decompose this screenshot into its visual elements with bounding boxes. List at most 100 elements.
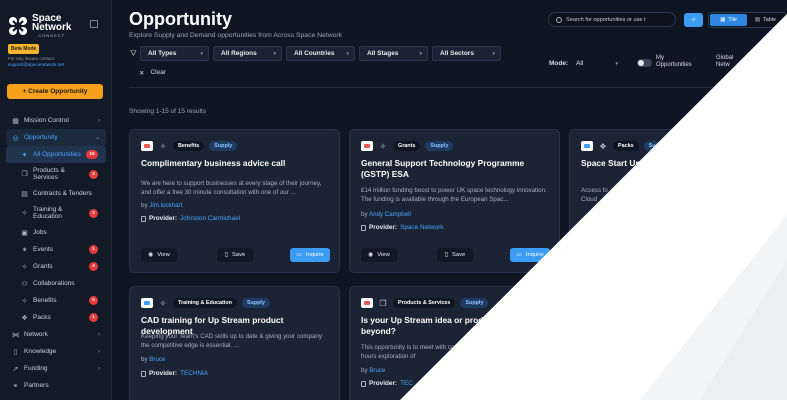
inquire-label: Inquire	[305, 252, 324, 258]
search-box[interactable]	[548, 12, 676, 27]
card-title[interactable]: Complimentary business advice call	[141, 158, 329, 169]
my-opportunities-line1: My	[656, 55, 664, 61]
chevron-down-icon: ▾	[273, 50, 276, 57]
regions-select[interactable]: All Regions ▾	[213, 46, 282, 61]
card-tags: ✧ Benefits Supply	[141, 141, 238, 151]
opportunity-card[interactable]: ❖ Packs Su Space Start Ups toolx Access …	[569, 129, 780, 273]
opportunity-card[interactable]: ✧ Benefits Supply Complimentary business…	[129, 129, 340, 273]
star-icon: ✶	[21, 246, 28, 254]
eye-icon: ◉	[368, 252, 374, 258]
chat-icon: ▭	[516, 252, 522, 258]
select-value: All Stages	[367, 50, 399, 57]
save-button[interactable]: ▯ Save	[437, 248, 473, 262]
opportunity-card[interactable]: ✧ Grants Supply General Support Technolo…	[349, 129, 560, 273]
table-view-button[interactable]: ▤ Table	[747, 14, 784, 26]
provider-link[interactable]: Space Network	[400, 224, 443, 231]
category-tag: Training & Education	[173, 298, 237, 308]
sidebar-sub-training-education[interactable]: ✧ Training & Education 2	[6, 202, 106, 224]
opportunity-card[interactable]: ✧ Training & Education Supply CAD traini…	[129, 286, 340, 400]
card-tags: ❖ Packs Su	[581, 141, 661, 151]
stages-select[interactable]: All Stages ▾	[359, 46, 428, 61]
sidebar-item-funding[interactable]: ➚ Funding ›	[6, 360, 106, 377]
select-value: All	[576, 60, 584, 67]
select-value: All Countries	[294, 50, 335, 57]
provider-label: Provider:	[149, 370, 178, 377]
users-icon: ⚇	[21, 280, 28, 288]
sidebar-item-label: Training & Education	[33, 205, 63, 221]
sidebar-item-partners[interactable]: ⚭ Partners	[6, 377, 106, 394]
sidebar-sub-jobs[interactable]: ▣ Jobs	[6, 224, 106, 241]
sidebar-item-knowledge[interactable]: ▯ Knowledge ›	[6, 343, 106, 360]
provider-link[interactable]: Johnston Carmichael	[180, 215, 240, 222]
card-title[interactable]: General Support Technology Programme (GS…	[361, 158, 549, 179]
my-opportunities-toggle[interactable]	[637, 59, 652, 67]
sidebar-item-mission-control[interactable]: ▦ Mission Control ›	[6, 112, 106, 129]
opportunity-card[interactable]: ❒ Products & Services Supply Is your Up …	[349, 286, 560, 400]
tile-view-button[interactable]: ▦ Tile	[710, 14, 747, 26]
support-email-link[interactable]: support@spacenetwork.net	[8, 62, 64, 68]
card-description: £14 million funding boost to power UK sp…	[361, 187, 547, 203]
sidebar-item-opportunity[interactable]: ◎ Opportunity ⌄	[6, 129, 106, 146]
sidebar-item-network[interactable]: ⋈ Network ›	[6, 326, 106, 343]
inquire-button[interactable]: ▭ Inquire	[290, 248, 330, 262]
sparkle-icon: ✦	[21, 151, 28, 159]
provider-label: Provider:	[149, 215, 178, 222]
building-icon	[141, 370, 146, 377]
sidebar-sub-contracts-tenders[interactable]: ▤ Contracts & Tenders	[6, 185, 106, 202]
author-link[interactable]: Jim.lockhart	[149, 202, 182, 209]
view-button[interactable]: ◉ View	[361, 248, 397, 262]
table-icon: ▤	[755, 17, 761, 23]
card-title[interactable]: Space Start Ups toolx	[581, 158, 669, 169]
clear-filters-button[interactable]: ✕ Clear	[139, 69, 166, 77]
sidebar-nav: ▦ Mission Control › ◎ Opportunity ⌄ ✦ Al…	[6, 112, 106, 394]
global-line2: Netw	[716, 62, 730, 68]
sidebar-item-label: Packs	[33, 313, 51, 321]
cube-icon: ❒	[379, 298, 387, 308]
sidebar-item-label: Events	[33, 245, 53, 253]
sectors-select[interactable]: All Sectors ▾	[432, 46, 501, 61]
brand-logo[interactable]: Space Network CONNECT	[8, 14, 71, 38]
countries-select[interactable]: All Countries ▾	[286, 46, 355, 61]
inquire-label: Inquire	[525, 252, 544, 258]
provider-logo	[581, 141, 593, 151]
author-link[interactable]: Bruce	[369, 367, 385, 374]
count-badge: 1	[89, 313, 98, 322]
sidebar-sub-benefits[interactable]: ✧ Benefits 5	[6, 292, 106, 309]
create-opportunity-button[interactable]: + Create Opportunity	[7, 84, 103, 99]
card-author: by Jim.lockhart	[141, 202, 182, 209]
sidebar-sub-events[interactable]: ✶ Events 1	[6, 241, 106, 258]
card-title[interactable]: Is your Up Stream idea or product fit be…	[361, 315, 519, 336]
sidebar-sub-grants[interactable]: ✧ Grants 4	[6, 258, 106, 275]
chat-icon: ▭	[296, 252, 302, 258]
my-opportunities-line2: Opportunities	[656, 62, 692, 68]
sparkle-icon: ✧	[159, 141, 167, 151]
sidebar-collapse-icon[interactable]	[90, 20, 98, 28]
chevron-down-icon: ▾	[200, 50, 203, 57]
inquire-button[interactable]: ▭ Inquire	[510, 248, 550, 262]
beta-mode-badge: Beta Mode	[8, 44, 40, 54]
provider-link[interactable]: TECHNIA	[180, 370, 208, 377]
provider-link[interactable]: TEC	[400, 380, 413, 387]
save-button[interactable]: ▯ Save	[217, 248, 253, 262]
search-input[interactable]	[566, 16, 674, 23]
author-link[interactable]: Andy Campbell	[369, 211, 411, 218]
ai-search-button[interactable]: ✧	[684, 13, 703, 27]
count-badge: 5	[89, 296, 98, 305]
sidebar-sub-collaborations[interactable]: ⚇ Collaborations	[6, 275, 106, 292]
category-tag: Benefits	[173, 141, 205, 151]
clear-label: Clear	[150, 69, 166, 76]
view-button[interactable]: ◉ View	[141, 248, 177, 262]
sidebar-sub-packs[interactable]: ❖ Packs 1	[6, 309, 106, 326]
card-description: This opportunity is to meet with couple …	[361, 344, 474, 360]
author-link[interactable]: Bruce	[149, 356, 165, 363]
mode-label: Mode:	[549, 60, 569, 67]
sidebar-item-label: Contracts & Tenders	[33, 189, 92, 197]
sidebar-sub-all-opportunities[interactable]: ✦ All Opportunities 15	[6, 146, 106, 163]
global-network-label: Global Netw	[716, 55, 733, 69]
view-toggle: ▦ Tile ▤ Table	[708, 12, 786, 28]
briefcase-icon: ▣	[21, 229, 28, 237]
sidebar-item-label: Knowledge	[24, 348, 57, 355]
mode-select[interactable]: All ▾	[572, 56, 622, 71]
types-select[interactable]: All Types ▾	[140, 46, 209, 61]
sidebar-sub-products-services[interactable]: ❒ Products & Services 2	[6, 163, 106, 185]
